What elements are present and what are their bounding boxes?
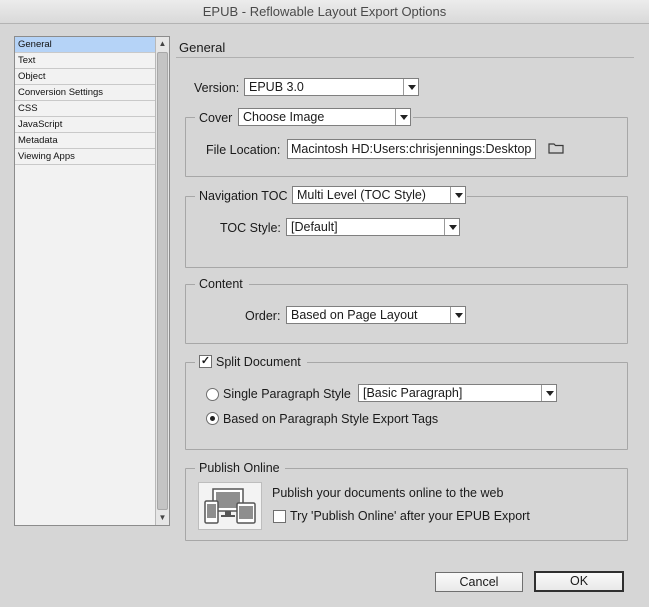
- export-tags-label: Based on Paragraph Style Export Tags: [223, 412, 439, 426]
- sidebar-item-metadata[interactable]: Metadata: [15, 133, 156, 149]
- cancel-button[interactable]: Cancel: [435, 572, 523, 592]
- split-document-group: [185, 362, 628, 450]
- publish-online-label: Publish Online: [199, 461, 280, 475]
- sidebar-item-viewing-apps[interactable]: Viewing Apps: [15, 149, 156, 165]
- publish-online-checkbox-label: Try 'Publish Online' after your EPUB Exp…: [290, 509, 530, 523]
- category-list[interactable]: General Text Object Conversion Settings …: [14, 36, 170, 526]
- split-document-checkbox[interactable]: ✓: [199, 355, 212, 368]
- scroll-thumb[interactable]: [157, 52, 168, 510]
- content-label: Content: [199, 277, 243, 291]
- chevron-down-icon: [541, 385, 556, 401]
- publish-online-checkbox[interactable]: [273, 510, 286, 523]
- file-location-field[interactable]: Macintosh HD:Users:chrisjennings:Desktop: [287, 139, 536, 159]
- scroll-down-icon[interactable]: ▼: [156, 511, 169, 525]
- file-location-label: File Location:: [206, 143, 281, 157]
- chevron-down-icon: [444, 219, 459, 235]
- sidebar-item-javascript[interactable]: JavaScript: [15, 117, 156, 133]
- sidebar-item-general[interactable]: General: [15, 37, 156, 53]
- navigation-toc-label: Navigation TOC: [199, 189, 288, 203]
- single-paragraph-label: Single Paragraph Style: [223, 387, 351, 401]
- ok-button[interactable]: OK: [534, 571, 624, 592]
- order-label: Order:: [245, 309, 281, 323]
- publish-description: Publish your documents online to the web: [272, 486, 504, 500]
- split-document-label: Split Document: [216, 355, 301, 369]
- cover-label: Cover: [199, 111, 233, 125]
- cover-value: Choose Image: [243, 110, 325, 124]
- paragraph-style-select[interactable]: [Basic Paragraph]: [358, 384, 557, 402]
- version-label: Version:: [194, 81, 240, 95]
- sidebar-item-text[interactable]: Text: [15, 53, 156, 69]
- sidebar-scrollbar[interactable]: ▲ ▼: [155, 37, 169, 525]
- navigation-toc-select[interactable]: Multi Level (TOC Style): [292, 186, 466, 204]
- version-select[interactable]: EPUB 3.0: [244, 78, 419, 96]
- sidebar-item-css[interactable]: CSS: [15, 101, 156, 117]
- sidebar-item-conversion-settings[interactable]: Conversion Settings: [15, 85, 156, 101]
- toc-style-label: TOC Style:: [220, 221, 281, 235]
- toc-style-value: [Default]: [291, 220, 338, 234]
- export-tags-radio[interactable]: [206, 412, 219, 425]
- chevron-down-icon: [450, 307, 465, 323]
- window-title: EPUB - Reflowable Layout Export Options: [0, 0, 649, 24]
- order-select[interactable]: Based on Page Layout: [286, 306, 466, 324]
- order-value: Based on Page Layout: [291, 308, 418, 322]
- single-paragraph-radio[interactable]: [206, 388, 219, 401]
- section-title: General: [179, 40, 226, 55]
- chevron-down-icon: [395, 109, 410, 125]
- cover-select[interactable]: Choose Image: [238, 108, 411, 126]
- header-divider: [176, 57, 634, 58]
- navigation-toc-value: Multi Level (TOC Style): [297, 188, 426, 202]
- paragraph-style-value: [Basic Paragraph]: [363, 386, 463, 400]
- devices-icon: [198, 482, 262, 530]
- folder-icon[interactable]: [548, 142, 564, 157]
- version-value: EPUB 3.0: [249, 80, 304, 94]
- sidebar-item-object[interactable]: Object: [15, 69, 156, 85]
- chevron-down-icon: [450, 187, 465, 203]
- chevron-down-icon: [403, 79, 418, 95]
- scroll-up-icon[interactable]: ▲: [156, 37, 169, 51]
- toc-style-select[interactable]: [Default]: [286, 218, 460, 236]
